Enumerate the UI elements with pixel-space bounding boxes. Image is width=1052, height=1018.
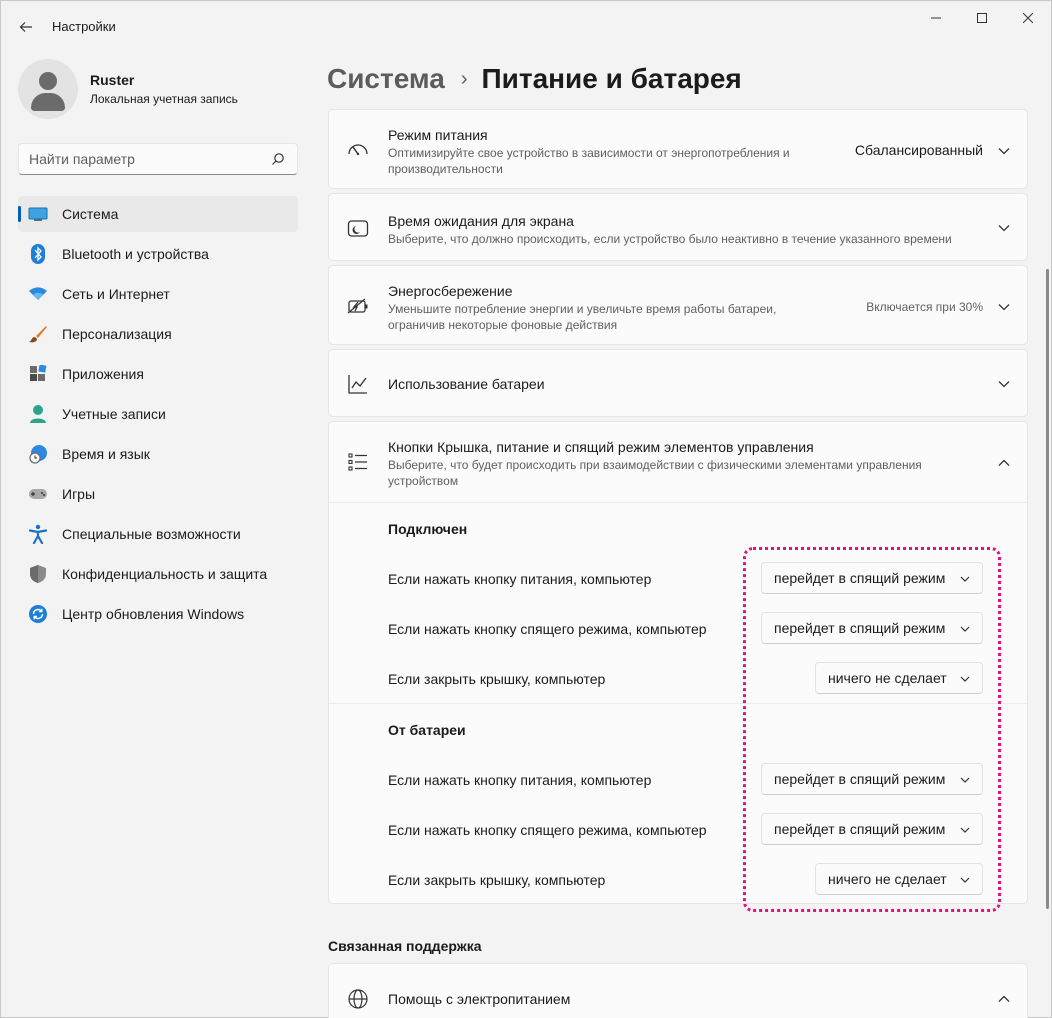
- chevron-down-icon: [998, 304, 1010, 311]
- apps-icon: [28, 364, 48, 384]
- bluetooth-icon: [28, 244, 48, 264]
- brush-icon: [28, 324, 48, 344]
- wifi-icon: [28, 284, 48, 304]
- power-mode-desc: Оптимизируйте свое устройство в зависимо…: [388, 146, 790, 176]
- screen-timeout-title: Время ожидания для экрана: [388, 213, 574, 229]
- chevron-down-icon: [998, 381, 1010, 388]
- plugged-lid-close-label: Если закрыть крышку, компьютер: [388, 671, 606, 687]
- accounts-icon: [28, 404, 48, 424]
- user-profile[interactable]: Ruster Локальная учетная запись: [18, 59, 238, 119]
- sidebar-item-system[interactable]: Система: [18, 196, 298, 232]
- sidebar-item-label: Игры: [62, 486, 96, 502]
- power-mode-value: Сбалансированный: [854, 142, 983, 158]
- sidebar-item-bluetooth[interactable]: Bluetooth и устройства: [18, 236, 298, 272]
- sidebar-item-label: Приложения: [62, 366, 144, 382]
- scrollbar[interactable]: [1046, 269, 1049, 909]
- plugged-in-heading: Подключен: [388, 521, 468, 537]
- profile-account-type: Локальная учетная запись: [90, 92, 238, 106]
- battery-power-button-label: Если нажать кнопку питания, компьютер: [388, 772, 652, 788]
- screen-sleep-icon: [347, 220, 369, 237]
- minimize-icon: [931, 17, 941, 19]
- page-title: Питание и батарея: [481, 63, 742, 94]
- power-help-card[interactable]: Помощь с электропитанием: [328, 963, 1028, 1018]
- highlight-annotation: [743, 547, 1001, 912]
- lid-power-buttons-header[interactable]: Кнопки Крышка, питание и спящий режим эл…: [329, 422, 1027, 502]
- chevron-up-icon: [998, 995, 1010, 1002]
- battery-usage-title: Использование батареи: [388, 376, 545, 392]
- sidebar-item-label: Специальные возможности: [62, 526, 241, 542]
- on-battery-heading: От батареи: [388, 722, 466, 738]
- avatar: [18, 59, 78, 119]
- sidebar-item-accessibility[interactable]: Специальные возможности: [18, 516, 298, 552]
- sidebar-item-accounts[interactable]: Учетные записи: [18, 396, 298, 432]
- sidebar-item-label: Центр обновления Windows: [62, 606, 245, 622]
- battery-usage-card[interactable]: Использование батареи: [328, 349, 1028, 417]
- power-mode-icon: [348, 144, 368, 156]
- gamepad-icon: [28, 484, 48, 504]
- app-title: Настройки: [52, 19, 116, 34]
- search-icon[interactable]: [271, 152, 285, 166]
- related-support-title: Связанная поддержка: [328, 938, 482, 954]
- close-button[interactable]: [1005, 1, 1051, 35]
- sidebar-item-gaming[interactable]: Игры: [18, 476, 298, 512]
- settings-window: Настройки Ruster Локальная учетная запис…: [0, 0, 1052, 1018]
- list-settings-icon: [348, 453, 367, 471]
- plugged-sleep-button-label: Если нажать кнопку спящего режима, компь…: [388, 621, 707, 637]
- power-mode-title: Режим питания: [388, 127, 488, 143]
- battery-saver-desc: Уменьшите потребление энергии и увеличьт…: [388, 302, 777, 332]
- battery-saver-card[interactable]: Энергосбережение Уменьшите потребление э…: [328, 265, 1028, 345]
- power-help-title: Помощь с электропитанием: [388, 991, 571, 1007]
- battery-saver-title: Энергосбережение: [388, 283, 513, 299]
- title-bar: Настройки: [1, 1, 1051, 51]
- chevron-up-icon: [998, 459, 1010, 466]
- accessibility-icon: [28, 524, 48, 544]
- update-icon: [28, 604, 48, 624]
- sidebar-item-time-language[interactable]: Время и язык: [18, 436, 298, 472]
- minimize-button[interactable]: [913, 1, 959, 35]
- shield-icon: [28, 564, 48, 584]
- power-mode-card[interactable]: Режим питания Оптимизируйте свое устройс…: [328, 109, 1028, 189]
- sidebar-item-apps[interactable]: Приложения: [18, 356, 298, 392]
- sidebar-nav: Система Bluetooth и устройства Сеть и Ин…: [18, 196, 298, 636]
- time-language-icon: [28, 444, 48, 464]
- screen-timeout-desc: Выберите, что должно происходить, если у…: [388, 232, 952, 246]
- close-icon: [1023, 13, 1033, 23]
- window-controls: [913, 1, 1051, 35]
- lid-power-buttons-title: Кнопки Крышка, питание и спящий режим эл…: [388, 439, 814, 455]
- sidebar-item-label: Учетные записи: [62, 406, 166, 422]
- sidebar-item-label: Сеть и Интернет: [62, 286, 170, 302]
- sidebar-item-personalization[interactable]: Персонализация: [18, 316, 298, 352]
- maximize-icon: [977, 13, 987, 23]
- breadcrumb-separator: ›: [460, 67, 468, 90]
- search-input[interactable]: [19, 144, 259, 174]
- plugged-power-button-label: Если нажать кнопку питания, компьютер: [388, 571, 652, 587]
- profile-name: Ruster: [90, 72, 135, 88]
- back-arrow-icon: [19, 22, 32, 32]
- sidebar-item-label: Система: [62, 206, 119, 222]
- breadcrumb-parent[interactable]: Система: [327, 63, 445, 95]
- system-icon: [28, 204, 48, 224]
- screen-timeout-card[interactable]: Время ожидания для экрана Выберите, что …: [328, 193, 1028, 261]
- sidebar-item-label: Персонализация: [62, 326, 172, 342]
- search-box: [18, 143, 298, 175]
- breadcrumb: Система › Питание и батарея: [327, 59, 742, 99]
- lid-power-buttons-desc: Выберите, что будет происходить при взаи…: [388, 458, 922, 488]
- divider: [329, 502, 1027, 503]
- sidebar-item-label: Конфиденциальность и защита: [62, 566, 268, 582]
- sidebar-item-label: Время и язык: [62, 446, 150, 462]
- sidebar-item-network[interactable]: Сеть и Интернет: [18, 276, 298, 312]
- battery-sleep-button-label: Если нажать кнопку спящего режима, компь…: [388, 822, 707, 838]
- sidebar-item-windows-update[interactable]: Центр обновления Windows: [18, 596, 298, 632]
- sidebar-item-label: Bluetooth и устройства: [62, 246, 209, 262]
- battery-saver-icon: [347, 298, 368, 314]
- chart-icon: [348, 375, 367, 394]
- maximize-button[interactable]: [959, 1, 1005, 35]
- battery-saver-value: Включается при 30%: [866, 300, 983, 314]
- chevron-down-icon: [998, 225, 1010, 232]
- back-button[interactable]: [11, 13, 41, 41]
- chevron-down-icon: [998, 148, 1010, 155]
- battery-lid-close-label: Если закрыть крышку, компьютер: [388, 872, 606, 888]
- globe-icon: [348, 989, 368, 1009]
- sidebar-item-privacy[interactable]: Конфиденциальность и защита: [18, 556, 298, 592]
